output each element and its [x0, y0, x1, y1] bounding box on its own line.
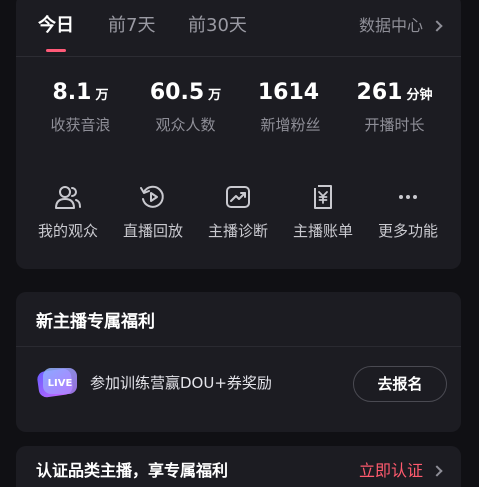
signup-button[interactable]: 去报名: [353, 366, 447, 402]
certification-card: 认证品类主播，享专属福利 立即认证: [16, 446, 461, 487]
welfare-divider: [16, 346, 461, 347]
data-center-link[interactable]: 数据中心: [358, 14, 443, 38]
stat-value: 8.1: [52, 80, 92, 105]
active-tab-indicator: [46, 49, 66, 52]
stat-unit: 万: [208, 88, 222, 103]
live-badge-text: LIVE: [48, 378, 73, 389]
stat-label: 观众人数: [155, 116, 216, 134]
stat-live-duration[interactable]: 261 分钟 开播时长: [342, 79, 447, 135]
welfare-title: 新主播专属福利: [36, 312, 155, 332]
tool-diagnosis[interactable]: 主播诊断: [193, 184, 283, 241]
tool-label: 主播诊断: [207, 222, 268, 240]
stats-row: 8.1 万 收获音浪 60.5 万 观众人数 1614 新增粉丝 261 分钟 开播时…: [16, 79, 461, 139]
certify-now-link[interactable]: 立即认证: [358, 459, 443, 483]
stat-value: 60.5: [149, 80, 205, 105]
tab-30-days[interactable]: 前30天: [188, 14, 247, 38]
stat-income[interactable]: 8.1 万 收获音浪: [28, 79, 133, 135]
tool-label: 主播账单: [292, 222, 353, 240]
welfare-card: 新主播专属福利 LIVE 参加训练营赢DOU+券奖励 去报名: [16, 292, 461, 432]
chevron-right-icon: [431, 20, 443, 32]
diagnosis-icon: [226, 186, 250, 208]
stat-label: 新增粉丝: [260, 116, 321, 134]
stat-label: 收获音浪: [50, 116, 111, 134]
chevron-right-icon: [431, 465, 443, 477]
tool-label: 我的观众: [37, 222, 98, 240]
tool-label: 更多功能: [377, 222, 438, 240]
tool-live-replay[interactable]: 直播回放: [108, 184, 198, 241]
certification-title: 认证品类主播，享专属福利: [36, 461, 229, 480]
stats-card: 今日 前7天 前30天 数据中心 8.1 万 收获音浪 60.5 万 观众人数 16…: [16, 0, 461, 269]
stat-viewers[interactable]: 60.5 万 观众人数: [133, 79, 238, 135]
tool-more[interactable]: 更多功能: [363, 184, 453, 241]
stat-value: 1614: [257, 80, 320, 105]
stat-unit: 万: [95, 88, 109, 103]
more-icon: [399, 195, 417, 199]
tab-today[interactable]: 今日: [38, 14, 74, 38]
audience-icon: [55, 186, 81, 209]
tool-label: 直播回放: [122, 222, 183, 240]
welfare-description: 参加训练营赢DOU+券奖励: [90, 374, 272, 392]
tab-7-days[interactable]: 前7天: [108, 14, 155, 38]
data-center-label: 数据中心: [358, 16, 423, 35]
live-badge-icon: LIVE: [37, 368, 77, 398]
tools-row: 我的观众 直播回放 主播诊断 主播账单 更多功能: [16, 184, 461, 244]
stat-new-fans[interactable]: 1614 新增粉丝: [238, 79, 343, 135]
stat-label: 开播时长: [364, 116, 425, 134]
bill-icon: [314, 185, 332, 209]
replay-icon: [140, 185, 164, 208]
tool-bill[interactable]: 主播账单: [278, 184, 368, 241]
tabs-divider: [16, 56, 461, 57]
tool-my-audience[interactable]: 我的观众: [23, 184, 113, 241]
stat-value: 261: [356, 80, 403, 105]
stat-unit: 分钟: [406, 88, 433, 103]
certify-now-label: 立即认证: [358, 461, 423, 480]
